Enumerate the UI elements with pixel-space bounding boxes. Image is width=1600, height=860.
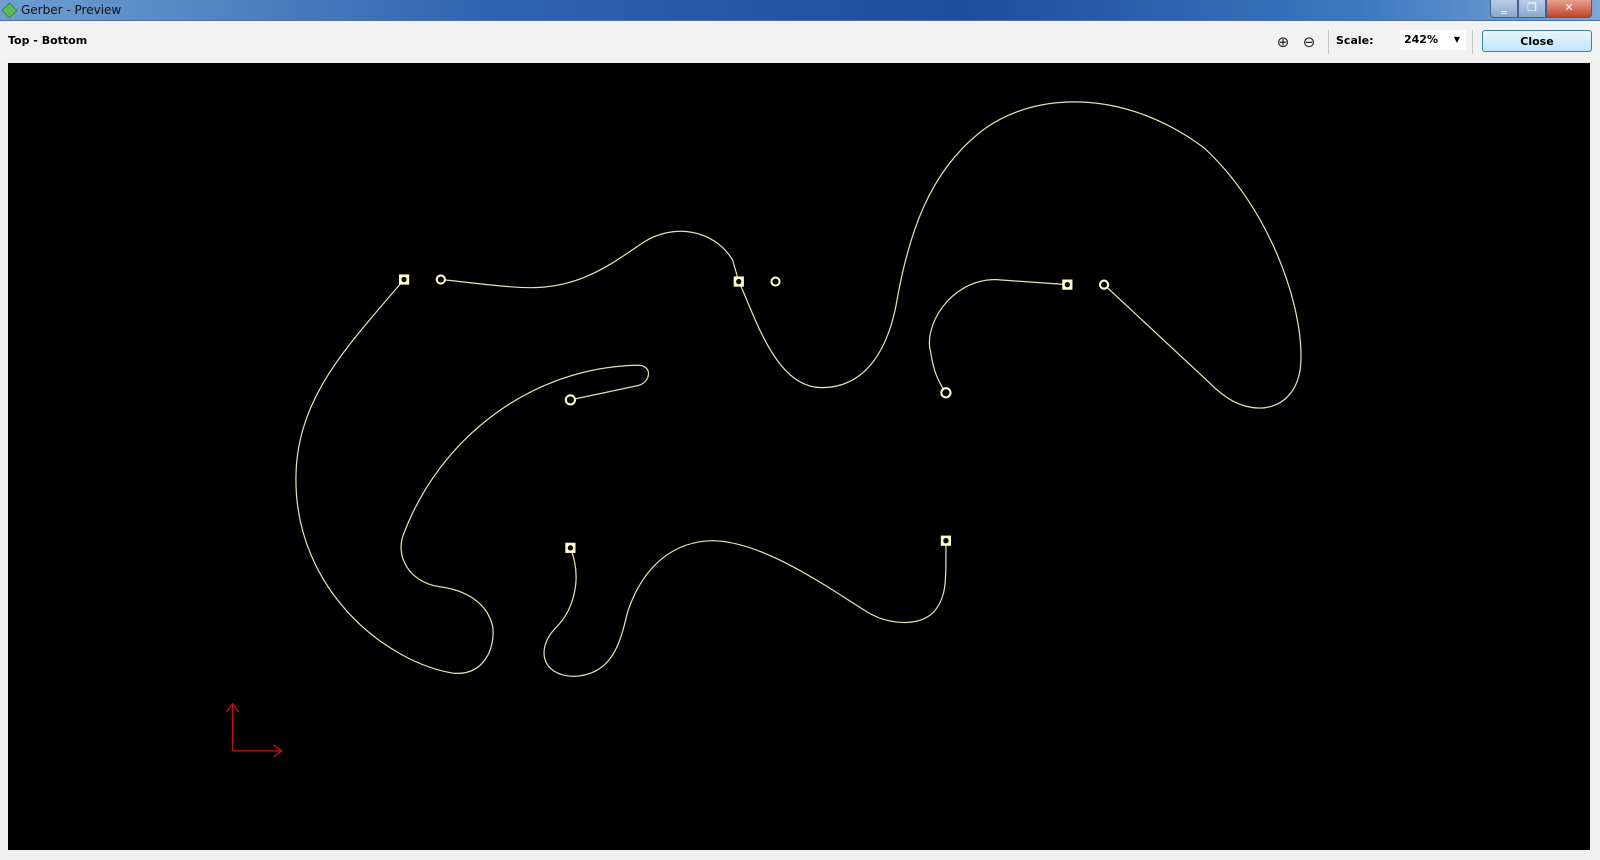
- gerber-drawing: [226, 101, 1302, 758]
- square-pad: [398, 274, 410, 285]
- round-pad: [564, 394, 577, 406]
- round-pad: [1098, 279, 1110, 290]
- trace-path: [440, 101, 1302, 409]
- square-pad: [940, 535, 952, 546]
- trace-path: [295, 279, 650, 674]
- square-pad: [1062, 279, 1073, 290]
- round-pad: [435, 274, 446, 285]
- trace-path: [543, 540, 947, 677]
- origin-axis-icon: [226, 702, 283, 758]
- square-pad: [565, 542, 576, 553]
- round-pad: [940, 387, 952, 399]
- square-pad: [733, 276, 744, 287]
- trace-path: [928, 278, 1068, 394]
- round-pad: [770, 276, 781, 287]
